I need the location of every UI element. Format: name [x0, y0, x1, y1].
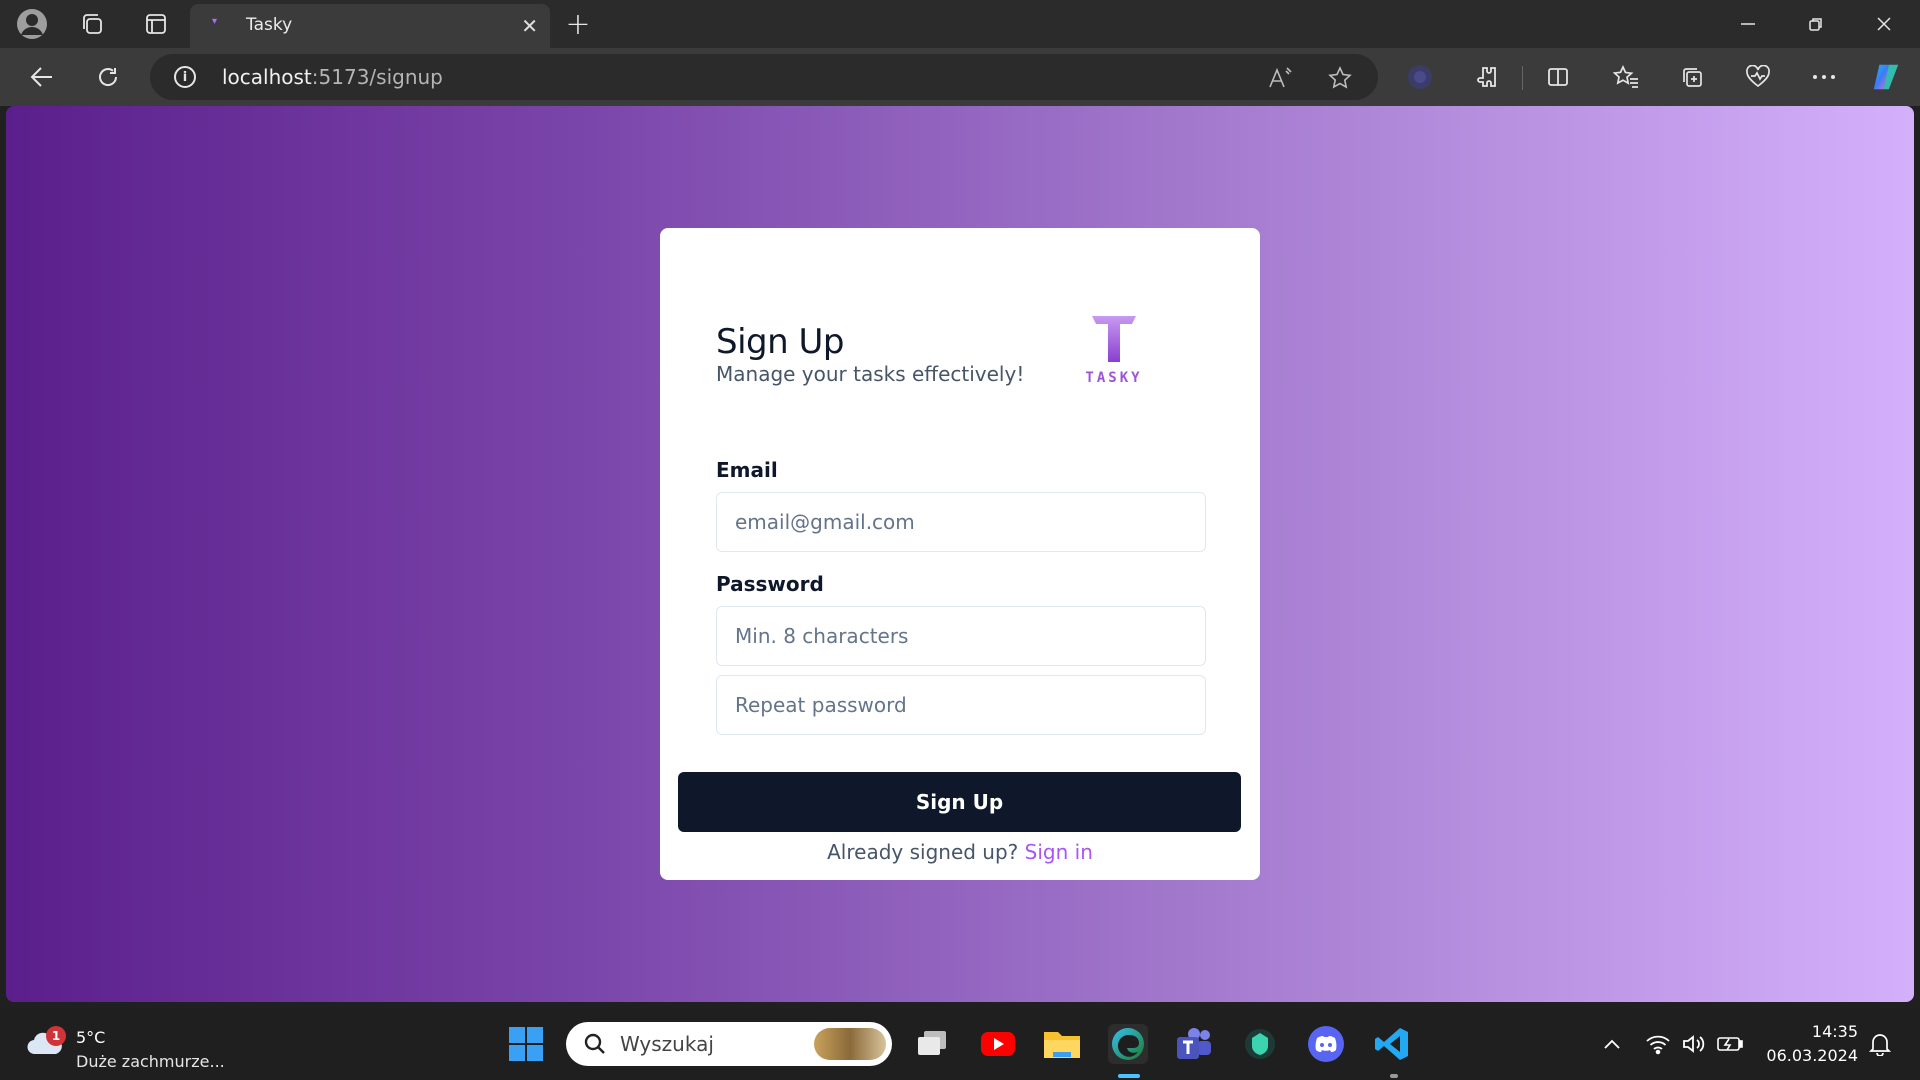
minimize-icon[interactable] [1734, 10, 1762, 38]
vscode-icon[interactable] [1372, 1024, 1412, 1064]
wifi-icon[interactable] [1644, 1030, 1672, 1058]
app-shield-icon[interactable] [1240, 1024, 1280, 1064]
email-label: Email [716, 458, 778, 482]
page-subtitle: Manage your tasks effectively! [716, 362, 1025, 386]
taskbar-search[interactable]: Wyszukaj [566, 1022, 892, 1066]
address-bar[interactable]: i localhost:5173/signup [150, 54, 1378, 100]
volume-icon[interactable] [1680, 1030, 1708, 1058]
active-app-indicator [1118, 1074, 1140, 1078]
search-highlight-image [814, 1028, 886, 1060]
restore-icon[interactable] [1802, 10, 1830, 38]
signin-prompt-text: Already signed up? [827, 840, 1019, 864]
reload-icon[interactable] [92, 61, 124, 93]
split-screen-icon[interactable] [1542, 61, 1574, 93]
clock-time[interactable]: 14:35 [1812, 1022, 1858, 1041]
windows-taskbar: 1 5°C Duże zachmurze... Wyszukaj 14:35 0… [0, 1008, 1920, 1080]
tasky-t-logo-icon [1092, 316, 1136, 362]
favorites-icon[interactable] [1610, 61, 1642, 93]
close-window-icon[interactable] [1870, 10, 1898, 38]
weather-widget[interactable]: 1 5°C Duże zachmurze... [26, 1022, 266, 1071]
youtube-icon[interactable] [978, 1024, 1018, 1064]
more-options-icon[interactable] [1808, 61, 1840, 93]
copilot-icon[interactable] [1870, 61, 1902, 93]
show-hidden-icons-icon[interactable] [1598, 1030, 1626, 1058]
url-text[interactable]: localhost:5173/signup [222, 65, 443, 89]
task-view-icon[interactable] [912, 1024, 952, 1064]
repeat-password-input[interactable] [716, 675, 1206, 735]
tab-actions-icon[interactable] [140, 8, 172, 40]
teams-icon[interactable] [1174, 1024, 1214, 1064]
close-tab-icon[interactable]: ✕ [521, 14, 538, 38]
weather-description: Duże zachmurze... [76, 1052, 225, 1071]
read-aloud-icon[interactable] [1266, 64, 1294, 92]
browser-toolbar: i localhost:5173/signup [0, 48, 1920, 106]
password-label: Password [716, 572, 824, 596]
battery-icon[interactable] [1716, 1030, 1744, 1058]
sign-in-link[interactable]: Sign in [1025, 840, 1093, 864]
running-app-indicator [1390, 1074, 1398, 1078]
logo-wordmark: TASKY [1085, 370, 1143, 386]
workspaces-icon[interactable] [76, 8, 108, 40]
url-host: localhost [222, 65, 312, 89]
new-tab-icon[interactable]: + [560, 6, 596, 42]
browser-essentials-icon[interactable] [1742, 61, 1774, 93]
page-title: Sign Up [716, 322, 844, 362]
page-viewport: Sign Up Manage your tasks effectively! T… [6, 106, 1914, 1002]
edge-icon[interactable] [1108, 1024, 1148, 1064]
search-icon [584, 1033, 605, 1054]
password-input[interactable] [716, 606, 1206, 666]
toolbar-separator [1522, 66, 1523, 90]
favorite-star-icon[interactable] [1326, 64, 1354, 92]
back-icon[interactable] [26, 61, 58, 93]
weather-notification-badge: 1 [46, 1026, 66, 1046]
file-explorer-icon[interactable] [1042, 1024, 1082, 1064]
sign-up-button[interactable]: Sign Up [678, 772, 1241, 832]
site-info-icon[interactable]: i [174, 66, 196, 88]
discord-icon[interactable] [1306, 1024, 1346, 1064]
search-placeholder: Wyszukaj [620, 1032, 714, 1056]
tasky-logo: TASKY [1084, 312, 1144, 392]
extensions-icon[interactable] [1470, 61, 1502, 93]
start-icon[interactable] [506, 1024, 546, 1064]
url-path: :5173/signup [311, 65, 443, 89]
tab-tasky[interactable]: ▾ Tasky ✕ [190, 4, 550, 48]
extension-profile-icon[interactable] [1404, 61, 1436, 93]
collections-icon[interactable] [1676, 61, 1708, 93]
tab-title: Tasky [246, 15, 293, 35]
signin-prompt: Already signed up? Sign in [660, 840, 1260, 864]
clock-date[interactable]: 06.03.2024 [1766, 1046, 1858, 1065]
weather-temperature: 5°C [76, 1028, 106, 1047]
email-input[interactable] [716, 492, 1206, 552]
browser-tab-bar: ▾ Tasky ✕ + [0, 0, 1920, 48]
signup-card: Sign Up Manage your tasks effectively! T… [660, 228, 1260, 880]
tasky-favicon-icon: ▾ [212, 16, 218, 27]
profile-avatar-icon[interactable] [16, 8, 48, 40]
notifications-bell-icon[interactable] [1866, 1030, 1894, 1058]
